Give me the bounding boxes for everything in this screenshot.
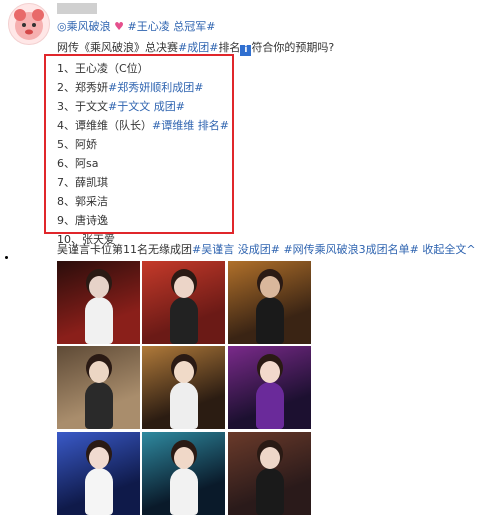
photo-thumbnail[interactable] (228, 346, 311, 429)
person-head (174, 276, 194, 298)
photo-thumbnail[interactable] (57, 346, 140, 429)
post-link[interactable]: #成团# (178, 41, 218, 54)
user-name-blurred[interactable] (57, 3, 97, 14)
person-figure (170, 468, 198, 515)
ranking-text: 9、唐诗逸 (57, 214, 108, 227)
footer-link[interactable]: 收起全文^ (422, 243, 475, 256)
photo-thumbnail[interactable] (228, 261, 311, 344)
person-head (89, 276, 109, 298)
person-figure (85, 382, 113, 429)
post-text: 符合你的预期吗? (251, 41, 335, 54)
ranking-item: 4、谭维维（队长）#谭维维 排名# (57, 117, 229, 133)
person-figure (256, 468, 284, 515)
person-head (89, 447, 109, 469)
post-text: 网传《乘风破浪》总决赛 (57, 41, 178, 54)
ranking-link[interactable]: #谭维维 排名# (152, 119, 229, 132)
ranking-text: 3、于文文 (57, 100, 108, 113)
photo-thumbnail[interactable] (142, 261, 225, 344)
photo-thumbnail[interactable] (57, 432, 140, 515)
ranking-text: 4、谭维维（队长） (57, 119, 152, 132)
person-head (174, 361, 194, 383)
footer-link[interactable]: #网传乘风破浪3成团名单# (283, 243, 418, 256)
post-footer-text: 吴谨言卡位第11名无缘成团#吴谨言 没成团# #网传乘风破浪3成团名单# 收起全… (57, 241, 476, 257)
ranking-item: 8、郭采洁 (57, 193, 108, 209)
photo-thumbnail[interactable] (228, 432, 311, 515)
ranking-text: 7、薛凯琪 (57, 176, 108, 189)
person-figure (256, 297, 284, 344)
person-head (89, 361, 109, 383)
person-figure (85, 297, 113, 344)
tagline-link[interactable]: #王心凌 总冠军# (124, 20, 215, 33)
info-icon[interactable]: i (240, 45, 252, 56)
ranking-link[interactable]: #郑秀妍顺利成团# (108, 81, 203, 94)
avatar-cartoon-icon (14, 9, 44, 40)
photo-thumbnail[interactable] (57, 261, 140, 344)
footer-text: 吴谨言卡位第11名无缘成团 (57, 243, 192, 256)
tagline-link[interactable]: ◎乘风破浪 (57, 20, 111, 33)
photo-thumbnail[interactable] (142, 346, 225, 429)
ranking-item: 3、于文文#于文文 成团# (57, 98, 185, 114)
tagline-text: ♥ (114, 20, 124, 33)
ranking-text: 2、郑秀妍 (57, 81, 108, 94)
photo-thumbnail[interactable] (142, 432, 225, 515)
ranking-item: 2、郑秀妍#郑秀妍顺利成团# (57, 79, 203, 95)
person-figure (170, 297, 198, 344)
ranking-text: 1、王心凌（C位） (57, 62, 149, 75)
person-figure (256, 382, 284, 429)
ranking-item: 6、阿sa (57, 155, 98, 171)
person-figure (85, 468, 113, 515)
ranking-item: 7、薛凯琪 (57, 174, 108, 190)
ranking-text: 8、郭采洁 (57, 195, 108, 208)
bullet-dot (5, 256, 8, 259)
post-text: 排名 (218, 41, 241, 54)
ranking-item: 5、阿娇 (57, 136, 97, 152)
ranking-item: 1、王心凌（C位） (57, 60, 149, 76)
user-avatar[interactable] (8, 3, 50, 45)
ranking-text: 5、阿娇 (57, 138, 97, 151)
post-tagline: ◎乘风破浪 ♥ #王心凌 总冠军# (57, 18, 215, 34)
person-head (260, 361, 280, 383)
footer-link[interactable]: #吴谨言 没成团# (192, 243, 280, 256)
ranking-item: 9、唐诗逸 (57, 212, 108, 228)
person-head (174, 447, 194, 469)
person-head (260, 276, 280, 298)
ranking-text: 6、阿sa (57, 157, 99, 170)
person-head (260, 447, 280, 469)
ranking-link[interactable]: #于文文 成团# (108, 100, 185, 113)
person-figure (170, 382, 198, 429)
